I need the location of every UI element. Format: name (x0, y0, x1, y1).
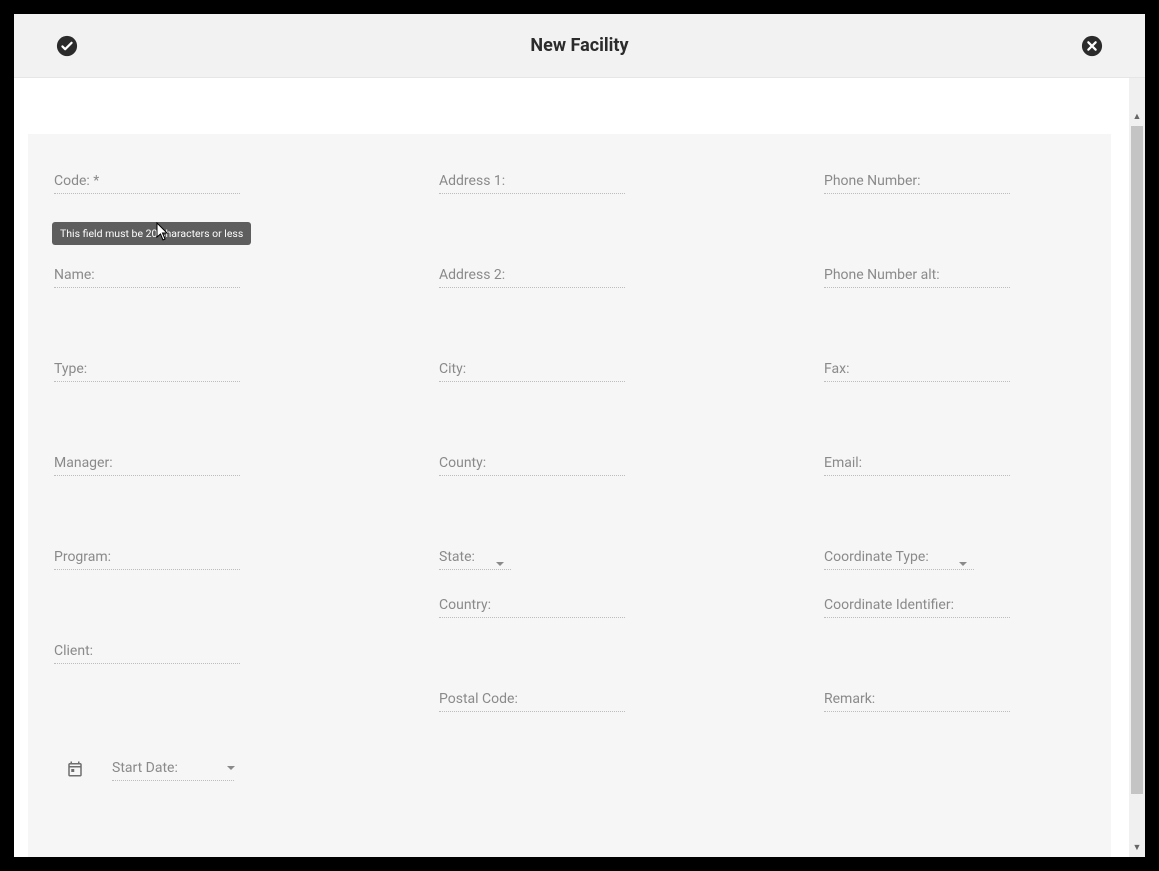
phone_alt-input[interactable] (824, 268, 1010, 288)
phone_alt-input-line: Phone Number alt: (824, 268, 1010, 288)
email-input[interactable] (824, 456, 1010, 476)
city-input-line: City: (439, 362, 625, 382)
client-input-line: Client: (54, 644, 240, 664)
postal-input-line: Postal Code: (439, 692, 625, 712)
dialog-header: New Facility (14, 14, 1145, 78)
remark-input[interactable] (824, 692, 1010, 712)
city-input[interactable] (439, 362, 625, 382)
county-input[interactable] (439, 456, 625, 476)
type-input-line: Type: (54, 362, 240, 382)
name-field: Name: (54, 268, 315, 288)
coord_type-field: Coordinate Type: (824, 550, 1085, 570)
fax-input-line: Fax: (824, 362, 1010, 382)
start-date-row: Start Date: (54, 760, 315, 782)
start-date-field[interactable]: Start Date: (112, 761, 234, 781)
dialog-window: New Facility Code: * This field must be 2… (14, 14, 1145, 857)
phone-input-line: Phone Number: (824, 174, 1010, 194)
calendar-icon[interactable] (66, 760, 84, 782)
coord_id-field: Coordinate Identifier: (824, 598, 1085, 618)
state-input-line: State: (439, 550, 511, 570)
fax-input[interactable] (824, 362, 1010, 382)
col1: Code: * This field must be 20 characters … (54, 174, 315, 782)
state-input[interactable] (439, 550, 511, 570)
coord_id-input-line: Coordinate Identifier: (824, 598, 1010, 618)
remark-input-line: Remark: (824, 692, 1010, 712)
remark-field: Remark: (824, 692, 1085, 712)
program-field: Program: (54, 550, 315, 570)
scrollbar[interactable]: ▲ ▼ (1129, 78, 1145, 857)
phone_alt-field: Phone Number alt: (824, 268, 1085, 288)
address1-field: Address 1: (439, 174, 700, 194)
address1-input[interactable] (439, 174, 625, 194)
phone-field: Phone Number: (824, 174, 1085, 194)
address1-input-line: Address 1: (439, 174, 625, 194)
dialog-title: New Facility (78, 35, 1081, 56)
email-field: Email: (824, 456, 1085, 476)
country-input[interactable] (439, 598, 625, 618)
fax-field: Fax: (824, 362, 1085, 382)
coord_type-input[interactable] (824, 550, 974, 570)
code-field: Code: *This field must be 20 characters … (54, 174, 315, 194)
type-field: Type: (54, 362, 315, 382)
name-input-line: Name: (54, 268, 240, 288)
manager-input[interactable] (54, 456, 240, 476)
country-input-line: Country: (439, 598, 625, 618)
col3: Phone Number: Phone Number alt: Fax: Email:… (824, 174, 1085, 782)
start-date-chevron-down-icon (226, 758, 236, 768)
program-input-line: Program: (54, 550, 240, 570)
address2-field: Address 2: (439, 268, 700, 288)
city-field: City: (439, 362, 700, 382)
col2: Address 1: Address 2: City: County: State: Co… (439, 174, 700, 782)
manager-field: Manager: (54, 456, 315, 476)
code-input-line: Code: * (54, 174, 240, 194)
county-field: County: (439, 456, 700, 476)
coord_type-input-line: Coordinate Type: (824, 550, 974, 570)
client-field: Client: (54, 644, 315, 664)
state-field: State: (439, 550, 700, 570)
client-input[interactable] (54, 644, 240, 664)
phone-input[interactable] (824, 174, 1010, 194)
program-input[interactable] (54, 550, 240, 570)
type-input[interactable] (54, 362, 240, 382)
manager-input-line: Manager: (54, 456, 240, 476)
postal-field: Postal Code: (439, 692, 700, 712)
county-input-line: County: (439, 456, 625, 476)
code-input[interactable] (54, 174, 240, 194)
confirm-icon[interactable] (56, 35, 78, 57)
country-field: Country: (439, 598, 700, 618)
address2-input[interactable] (439, 268, 625, 288)
scroll-down-icon[interactable]: ▼ (1129, 839, 1145, 855)
scrollbar-thumb[interactable] (1131, 126, 1143, 794)
start-date-label: Start Date: (112, 760, 178, 776)
scroll-up-icon[interactable]: ▲ (1129, 108, 1145, 124)
code-validation-tooltip: This field must be 20 characters or less (52, 222, 251, 245)
postal-input[interactable] (439, 692, 625, 712)
address2-input-line: Address 2: (439, 268, 625, 288)
coord_id-input[interactable] (824, 598, 1010, 618)
form-area: Code: * This field must be 20 characters … (28, 134, 1111, 857)
email-input-line: Email: (824, 456, 1010, 476)
name-input[interactable] (54, 268, 240, 288)
close-icon[interactable] (1081, 35, 1103, 57)
